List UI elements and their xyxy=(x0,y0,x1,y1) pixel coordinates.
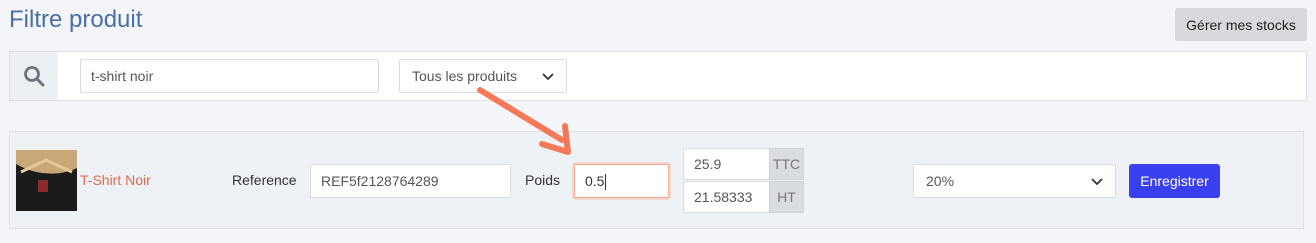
product-thumbnail xyxy=(16,150,77,211)
price-ht-suffix: HT xyxy=(769,181,804,213)
product-name[interactable]: T-Shirt Noir xyxy=(80,172,151,188)
chevron-down-icon xyxy=(542,68,554,84)
filter-bar: Tous les produits xyxy=(9,51,1307,101)
category-select[interactable]: Tous les produits xyxy=(399,59,567,93)
price-ht-field[interactable] xyxy=(683,181,770,213)
price-ttc-field[interactable] xyxy=(683,148,770,180)
price-ttc-suffix: TTC xyxy=(769,148,804,180)
save-button[interactable]: Enregistrer xyxy=(1129,164,1220,198)
page-title: Filtre produit xyxy=(9,6,143,33)
reference-label: Reference xyxy=(232,172,297,188)
chevron-down-icon xyxy=(1091,173,1103,189)
search-icon[interactable] xyxy=(10,52,58,100)
tax-select-value: 20% xyxy=(926,173,955,189)
weight-label: Poids xyxy=(525,172,561,188)
weight-field[interactable]: 0.5 xyxy=(574,164,669,198)
weight-value: 0.5 xyxy=(585,173,605,189)
category-select-value: Tous les produits xyxy=(412,68,518,84)
search-input[interactable] xyxy=(80,59,379,93)
reference-field[interactable] xyxy=(310,164,511,198)
manage-stocks-button[interactable]: Gérer mes stocks xyxy=(1175,8,1307,41)
tax-select[interactable]: 20% xyxy=(913,164,1116,198)
product-row: T-Shirt Noir Reference Poids 0.5 TTC HT … xyxy=(9,131,1304,229)
